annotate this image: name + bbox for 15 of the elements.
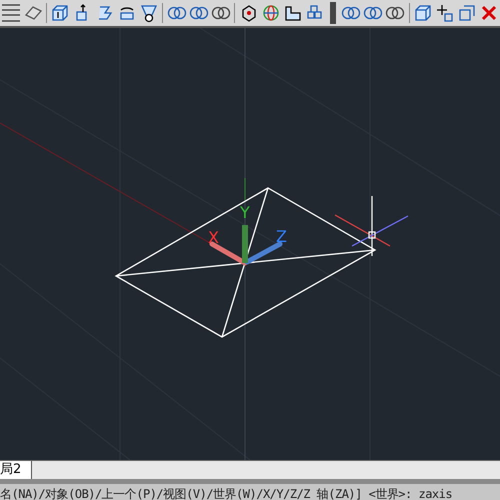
- globe-icon: [260, 3, 281, 23]
- stack-icon: [0, 3, 20, 23]
- boxes-icon: [457, 3, 478, 23]
- cone-icon: [138, 3, 159, 23]
- toolbar-grip-handle[interactable]: [330, 2, 336, 24]
- box-icon: [413, 3, 434, 23]
- axis-label: Y: [240, 203, 250, 222]
- axis-label: Z: [276, 227, 287, 246]
- axis-label: X: [208, 228, 219, 247]
- stack-button[interactable]: [0, 2, 22, 24]
- move-icon: [435, 3, 456, 23]
- drawing-viewport[interactable]: X Y Z: [0, 28, 500, 460]
- command-line-text: 名(NA)/对象(OB)/上一个(P)/视图(V)/世界(W)/X/Y/Z/Z 轴(ZA)] <世界>: zaxis: [0, 486, 454, 500]
- box-icon: [50, 3, 70, 23]
- layout-tab[interactable]: 局2: [0, 461, 32, 479]
